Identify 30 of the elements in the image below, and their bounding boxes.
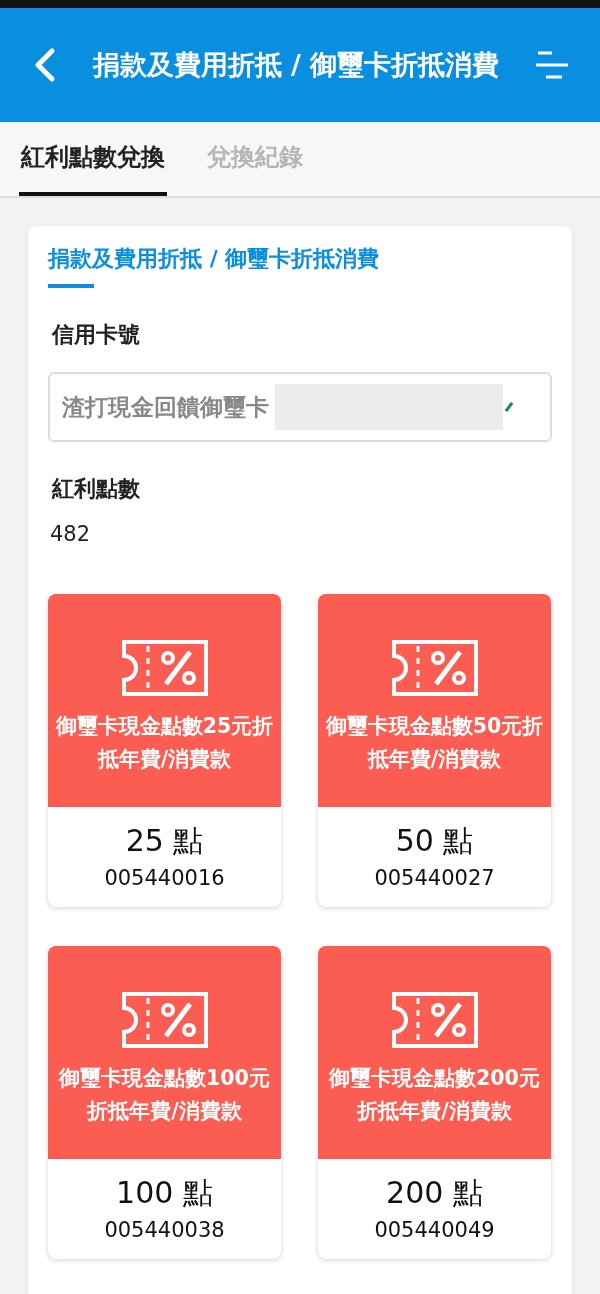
field-label: 紅利點數 — [52, 475, 140, 503]
points-value: 482 — [50, 522, 91, 546]
reward-title: 御璽卡現金點數25元折抵年費/消費款 — [54, 713, 275, 773]
coupon-icon — [391, 640, 478, 696]
section-heading: 捐款及費用折抵 / 御璽卡折抵消費 — [48, 245, 380, 273]
reward-banner[interactable]: 御璽卡現金點數200元折抵年費/消費款 — [318, 946, 551, 1159]
coupon-icon — [121, 992, 208, 1048]
reward-code: 005440016 — [104, 866, 225, 890]
points-cost: 200 點 — [386, 1174, 483, 1212]
reward-title: 御璽卡現金點數200元折抵年費/消費款 — [327, 1065, 541, 1125]
tab[interactable]: 兌換紀錄 — [205, 122, 305, 196]
reward-title: 御璽卡現金點數50元折抵年費/消費款 — [324, 713, 545, 773]
page-title: 捐款及費用折抵 / 御璽卡折抵消費 — [91, 48, 501, 82]
menu-icon[interactable] — [534, 50, 570, 80]
points-cost: 100 點 — [116, 1174, 213, 1212]
reward-code: 005440049 — [374, 1218, 495, 1242]
points-cost: 25 點 — [125, 822, 204, 860]
reward-banner[interactable]: 御璽卡現金點數25元折抵年費/消費款 — [48, 594, 281, 807]
tab[interactable]: 紅利點數兌換 — [19, 122, 167, 196]
card-select-field[interactable]: 渣打現金回饋御璽卡 — [48, 372, 552, 442]
reward-title: 御璽卡現金點數100元折抵年費/消費款 — [57, 1065, 271, 1125]
reward-banner[interactable]: 御璽卡現金點數100元折抵年費/消費款 — [48, 946, 281, 1159]
reward-code: 005440038 — [104, 1218, 225, 1242]
coupon-icon — [121, 640, 208, 696]
reward-banner[interactable]: 御璽卡現金點數50元折抵年費/消費款 — [318, 594, 551, 807]
reward-code: 005440027 — [374, 866, 495, 890]
points-cost: 50 點 — [395, 822, 474, 860]
field-label: 信用卡號 — [52, 321, 140, 349]
coupon-icon — [391, 992, 478, 1048]
pencil-icon — [505, 402, 513, 412]
